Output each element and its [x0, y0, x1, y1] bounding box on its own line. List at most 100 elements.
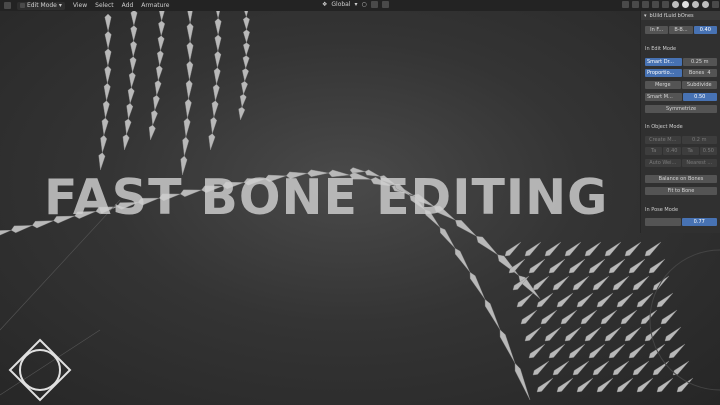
- smart-draw-value[interactable]: 0.25 m: [682, 58, 717, 66]
- bone[interactable]: [624, 241, 642, 257]
- snap-icon[interactable]: [370, 1, 378, 8]
- bone[interactable]: [104, 65, 112, 84]
- bone[interactable]: [242, 68, 249, 82]
- bone[interactable]: [616, 292, 634, 308]
- bone[interactable]: [552, 360, 570, 376]
- bone[interactable]: [151, 109, 158, 126]
- bone[interactable]: [612, 275, 630, 291]
- bone[interactable]: [454, 247, 471, 273]
- bone[interactable]: [568, 343, 586, 359]
- bone[interactable]: [157, 35, 165, 52]
- bone[interactable]: [564, 326, 582, 342]
- bone[interactable]: [652, 360, 670, 376]
- bone[interactable]: [528, 258, 546, 274]
- bone[interactable]: [596, 377, 614, 393]
- proportional-editing-icon[interactable]: [381, 1, 389, 8]
- bone[interactable]: [568, 258, 586, 274]
- bone[interactable]: [628, 343, 646, 359]
- bone[interactable]: [514, 362, 531, 401]
- bone[interactable]: [656, 377, 674, 393]
- bone[interactable]: [186, 22, 194, 43]
- bone[interactable]: [152, 95, 160, 111]
- bone[interactable]: [596, 292, 614, 308]
- bone[interactable]: [182, 136, 190, 157]
- symmetrize-button[interactable]: Symmetrize: [645, 105, 717, 113]
- bone[interactable]: [548, 258, 566, 274]
- bone[interactable]: [532, 360, 550, 376]
- bone[interactable]: [104, 48, 112, 67]
- bone[interactable]: [584, 241, 602, 257]
- bone[interactable]: [556, 377, 574, 393]
- shading-material-icon[interactable]: [692, 1, 699, 8]
- bone[interactable]: [628, 258, 646, 274]
- proportional-button[interactable]: Proportio...: [645, 69, 682, 77]
- bone[interactable]: [243, 42, 250, 57]
- smart-merge-value[interactable]: 0.50: [682, 93, 717, 101]
- bone[interactable]: [576, 292, 594, 308]
- bone[interactable]: [660, 309, 678, 325]
- bone[interactable]: [656, 292, 674, 308]
- bone[interactable]: [564, 241, 582, 257]
- bone[interactable]: [128, 71, 136, 88]
- bone[interactable]: [127, 87, 135, 104]
- bone[interactable]: [103, 83, 111, 101]
- bone[interactable]: [130, 9, 138, 26]
- smart-merge-button[interactable]: Smart M...: [645, 93, 682, 101]
- xray-icon[interactable]: [662, 1, 669, 8]
- bone[interactable]: [211, 100, 219, 118]
- bone[interactable]: [186, 41, 194, 62]
- taper-toggle-a[interactable]: Ta: [645, 147, 663, 155]
- bone[interactable]: [516, 292, 534, 308]
- bone[interactable]: [469, 271, 486, 300]
- bone[interactable]: [243, 29, 250, 44]
- taper-value-a[interactable]: 0.40: [663, 147, 681, 155]
- bone[interactable]: [155, 65, 163, 82]
- shading-wireframe-icon[interactable]: [672, 1, 679, 8]
- shading-options-icon[interactable]: [712, 1, 719, 8]
- bone[interactable]: [608, 343, 626, 359]
- bone[interactable]: [624, 326, 642, 342]
- bone[interactable]: [640, 309, 658, 325]
- bbone-toggle[interactable]: B-B...: [669, 26, 693, 34]
- bone[interactable]: [242, 55, 250, 70]
- bone[interactable]: [592, 275, 610, 291]
- bone[interactable]: [183, 117, 191, 138]
- taper-value-b[interactable]: 0.50: [699, 147, 717, 155]
- bone[interactable]: [520, 309, 538, 325]
- editor-type-icon[interactable]: [4, 2, 11, 9]
- bone[interactable]: [548, 343, 566, 359]
- bone[interactable]: [208, 133, 216, 151]
- bone[interactable]: [632, 360, 650, 376]
- bone[interactable]: [604, 326, 622, 342]
- bone[interactable]: [184, 98, 192, 119]
- visibility-icon[interactable]: [632, 1, 639, 8]
- bone[interactable]: [536, 292, 554, 308]
- bone[interactable]: [588, 258, 606, 274]
- bone[interactable]: [528, 343, 546, 359]
- overlay-icon[interactable]: [652, 1, 659, 8]
- bone[interactable]: [214, 34, 222, 52]
- bone[interactable]: [664, 326, 682, 342]
- orientation-dropdown[interactable]: Global: [331, 1, 350, 8]
- bone[interactable]: [238, 106, 246, 121]
- bone[interactable]: [439, 227, 456, 249]
- subdivide-button[interactable]: Subdivide: [681, 81, 717, 89]
- bone[interactable]: [104, 31, 112, 49]
- bone[interactable]: [556, 292, 574, 308]
- menu-add[interactable]: Add: [122, 2, 134, 9]
- bone[interactable]: [524, 326, 542, 342]
- mode-dropdown[interactable]: Edit Mode ▾: [17, 1, 65, 10]
- bone[interactable]: [644, 241, 662, 257]
- bone[interactable]: [572, 360, 590, 376]
- bone[interactable]: [130, 40, 138, 57]
- bone[interactable]: [616, 377, 634, 393]
- bone[interactable]: [532, 275, 550, 291]
- shading-solid-icon[interactable]: [682, 1, 689, 8]
- merge-button[interactable]: Merge: [645, 81, 681, 89]
- bone[interactable]: [241, 81, 248, 95]
- bone[interactable]: [536, 377, 554, 393]
- menu-view[interactable]: View: [73, 2, 87, 9]
- bone[interactable]: [476, 236, 498, 255]
- bone[interactable]: [158, 20, 166, 37]
- bone[interactable]: [102, 100, 110, 119]
